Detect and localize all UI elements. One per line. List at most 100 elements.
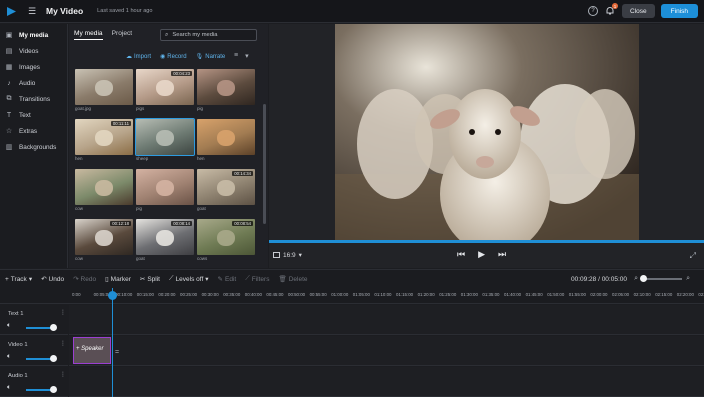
search-input[interactable]: ⌕ Search my media — [160, 29, 257, 41]
volume-icon[interactable]: 🔈︎ — [7, 384, 11, 392]
play-icon[interactable]: ▶ — [478, 249, 485, 260]
media-thumbnail[interactable]: sheep — [135, 118, 195, 165]
volume-icon[interactable]: 🔈︎ — [7, 353, 11, 361]
marker-icon: ▯ — [105, 276, 109, 283]
music-icon: ♪ — [7, 79, 11, 87]
edit-label: Edit — [225, 275, 237, 283]
media-thumbnail[interactable]: pig — [197, 69, 255, 115]
playhead-handle[interactable] — [108, 291, 117, 300]
thumbnail-caption: pigs — [136, 106, 145, 111]
filters-button[interactable]: ⟋ Filters — [245, 275, 269, 283]
notifications-bell-icon[interactable]: 1 — [604, 3, 619, 17]
add-track-button[interactable]: + Track ▾ — [5, 275, 32, 284]
transition-icon: ⧉ — [6, 95, 12, 102]
sort-icon[interactable]: ≡ — [234, 52, 238, 60]
more-vertical-icon[interactable]: ⋮ — [60, 340, 66, 347]
track-lane-audio[interactable] — [69, 367, 704, 397]
ruler-tick-label: 01:05:00 — [352, 292, 370, 297]
record-label: Record — [167, 53, 187, 60]
track-lane-video[interactable] — [69, 336, 704, 366]
ruler-tick-label: 02:05:00 — [612, 292, 630, 297]
delete-button[interactable]: 🗑︎ Delete — [278, 275, 307, 284]
media-thumbnail[interactable]: 00:11:11 hen — [75, 119, 133, 165]
app-logo-icon[interactable] — [4, 4, 18, 18]
ruler-tick-label: 01:35:00 — [482, 292, 500, 297]
media-thumbnail[interactable]: 00:04:23 pigs — [136, 69, 194, 115]
fullscreen-icon[interactable]: ⤢ — [690, 251, 696, 261]
more-vertical-icon[interactable]: ⋮ — [60, 371, 66, 378]
sidebar-item-label: Audio — [19, 79, 36, 87]
zoom-in-icon[interactable]: ⌕ — [686, 275, 690, 283]
volume-slider-knob[interactable] — [50, 386, 57, 393]
thumbnail-caption: sheep — [136, 156, 149, 161]
cloud-upload-icon: ☁ — [126, 54, 132, 60]
sidebar-item-my-media[interactable]: ▣ My media — [0, 27, 67, 43]
playback-progress-bar[interactable] — [269, 240, 704, 243]
media-thumbnail[interactable]: hen — [197, 119, 255, 165]
sidebar-item-videos[interactable]: ▤ Videos — [0, 43, 67, 59]
zoom-slider-knob[interactable] — [640, 275, 648, 282]
marker-button[interactable]: ▯ Marker — [105, 275, 131, 284]
tab-my-media[interactable]: My media — [74, 30, 103, 40]
video-clip[interactable]: + Speaker — [73, 337, 111, 364]
notification-badge: 1 — [612, 3, 619, 9]
media-thumbnail[interactable]: cow — [75, 169, 133, 215]
narrate-button[interactable]: 🎙︎ Narrate — [196, 53, 226, 61]
split-button[interactable]: ✂ Split — [140, 275, 160, 284]
drag-handle-icon[interactable]: = — [115, 349, 119, 356]
filter-icon[interactable]: ▾ — [245, 52, 249, 60]
skip-forward-icon[interactable]: ⏭ — [498, 249, 506, 260]
thumbnail-image — [75, 69, 133, 105]
ruler-tick-label: 01:30:00 — [460, 292, 478, 297]
volume-icon[interactable]: 🔈︎ — [7, 322, 11, 330]
help-icon[interactable]: ? — [588, 6, 599, 16]
record-button[interactable]: ◉ Record — [160, 53, 187, 61]
timeline-ruler[interactable]: 0:00 00:05:00 00:10:00 00:15:00 00:20:00 00:2… — [0, 288, 704, 304]
media-thumbnail[interactable]: 00:12:18 cow — [75, 219, 133, 265]
more-vertical-icon[interactable]: ⋮ — [60, 309, 66, 316]
close-button[interactable]: Close — [622, 4, 655, 18]
media-thumbnail[interactable]: 00:14:34 goat — [197, 169, 255, 215]
levels-button[interactable]: ⟋ Levels off ▾ — [169, 275, 209, 283]
redo-button[interactable]: ↷ Redo — [73, 275, 96, 284]
sidebar-item-text[interactable]: T Text — [0, 107, 67, 123]
project-title[interactable]: My Video — [46, 6, 83, 16]
thumbnail-caption: cow — [75, 206, 84, 211]
subject-shape — [216, 179, 236, 197]
tab-project[interactable]: Project — [112, 30, 133, 40]
finish-button[interactable]: Finish — [660, 4, 698, 18]
marker-label: Marker — [110, 275, 131, 283]
import-button[interactable]: ☁ Import — [126, 53, 151, 61]
scrollbar[interactable] — [263, 104, 266, 224]
aspect-ratio-select[interactable]: 16:9 ▾ — [273, 251, 302, 259]
skip-back-icon[interactable]: ⏮ — [457, 249, 465, 260]
media-thumbnail[interactable]: 00:08:14 goat — [136, 219, 194, 265]
playhead[interactable] — [112, 288, 113, 397]
media-thumbnail[interactable]: pig — [136, 169, 194, 215]
video-preview[interactable] — [335, 24, 639, 240]
sidebar-item-transitions[interactable]: ⧉ Transitions — [0, 91, 67, 107]
media-thumbnail[interactable]: goat.jpg — [75, 69, 133, 115]
sidebar-item-extras[interactable]: ☆ Extras — [0, 123, 67, 139]
thumbnail-image — [197, 69, 255, 105]
zoom-out-icon[interactable]: ⌕ — [634, 275, 638, 283]
zoom-slider[interactable] — [640, 275, 683, 282]
sidebar-item-label: My media — [19, 31, 49, 39]
track-lane-text[interactable] — [69, 305, 704, 335]
sidebar-item-backgrounds[interactable]: ▥ Backgrounds — [0, 139, 67, 155]
edit-button[interactable]: ✎ Edit — [218, 275, 237, 284]
hamburger-menu-icon[interactable]: ☰ — [26, 6, 38, 17]
volume-slider-knob[interactable] — [50, 324, 57, 331]
zoom-control[interactable]: ⌕ ⌕ — [634, 275, 690, 283]
undo-button[interactable]: ↶ Undo — [41, 275, 64, 284]
sidebar-item-audio[interactable]: ♪ Audio — [0, 75, 67, 91]
sidebar: ▣ My media ▤ Videos ▦ Images ♪ Audio ⧉ Transi… — [0, 24, 68, 268]
levels-icon: ⟋ — [169, 275, 174, 282]
sidebar-item-images[interactable]: ▦ Images — [0, 59, 67, 75]
thumbnail-caption: goat.jpg — [75, 106, 92, 111]
thumbnail-image — [75, 169, 133, 205]
ruler-tick-label: 00:25:00 — [180, 292, 198, 297]
narrate-label: Narrate — [205, 53, 226, 60]
volume-slider-knob[interactable] — [50, 355, 57, 362]
media-thumbnail[interactable]: 00:08:54 cows — [197, 219, 255, 265]
